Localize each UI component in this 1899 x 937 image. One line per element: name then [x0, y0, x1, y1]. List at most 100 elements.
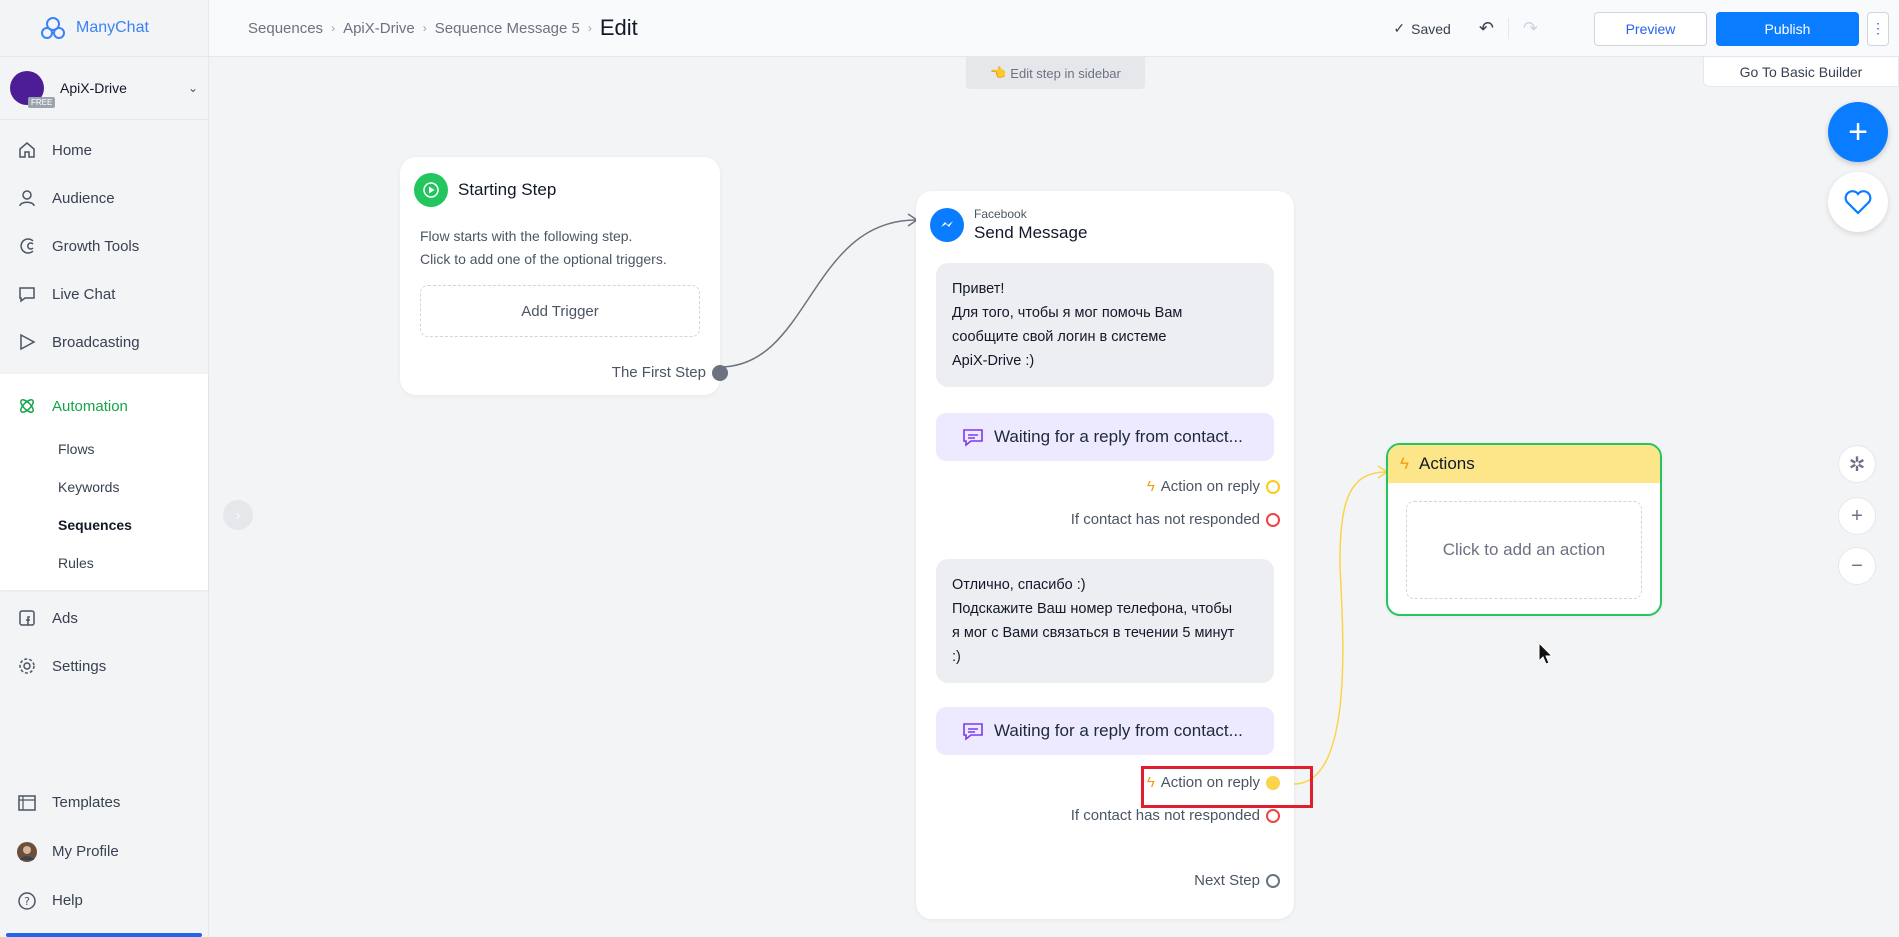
lightning-icon: ϟ	[1400, 454, 1409, 473]
templates-icon	[16, 792, 38, 814]
starting-step-description: Flow starts with the following step. Cli…	[400, 207, 720, 271]
sidebar-item-automation[interactable]: Automation	[0, 382, 208, 430]
chat-icon	[16, 283, 38, 305]
actions-card[interactable]: ϟ Actions Click to add an action	[1386, 443, 1662, 616]
messenger-icon	[930, 208, 964, 242]
magnet-icon	[16, 235, 38, 257]
sidebar-item-audience[interactable]: Audience	[0, 174, 208, 222]
port-dot[interactable]	[1266, 512, 1280, 527]
port-label: Action on reply	[1160, 478, 1260, 495]
zoom-in-icon[interactable]: +	[1838, 497, 1876, 535]
message-line: Отлично, спасибо :)	[952, 577, 1086, 593]
starting-step-card[interactable]: Starting Step Flow starts with the follo…	[400, 157, 728, 395]
description-line: Flow starts with the following step.	[420, 228, 633, 244]
breadcrumb-account[interactable]: ApiX-Drive	[343, 20, 415, 37]
add-step-button[interactable]: +	[1828, 102, 1888, 162]
message-line: Для того, чтобы я мог помочь Вам	[952, 305, 1183, 321]
sidebar-item-label: Audience	[52, 189, 115, 207]
next-step-port[interactable]: Next Step	[1194, 872, 1280, 889]
sidebar-item-home[interactable]: Home	[0, 126, 208, 174]
page-title: Edit	[599, 15, 638, 40]
breadcrumb-sequence-message[interactable]: Sequence Message 5	[435, 20, 580, 37]
help-icon: ?	[16, 890, 38, 912]
first-step-label: The First Step	[611, 364, 706, 381]
add-trigger-button[interactable]: Add Trigger	[420, 285, 700, 337]
sidebar-item-ads[interactable]: Ads	[0, 594, 208, 642]
heart-icon	[1844, 190, 1872, 215]
message-line: :)	[952, 649, 961, 665]
sidebar-item-label: Live Chat	[52, 285, 116, 303]
port-dot[interactable]	[712, 364, 728, 381]
message-bubble[interactable]: Отлично, спасибо :) Подскажите Ваш номер…	[936, 559, 1274, 683]
preview-button[interactable]: Preview	[1594, 11, 1707, 46]
chevron-right-icon: ›	[422, 21, 427, 35]
message-line: Подскажите Ваш номер телефона, чтобы	[952, 601, 1233, 617]
more-options-icon[interactable]: ⋮	[1867, 11, 1889, 46]
port-dot[interactable]	[1266, 808, 1280, 823]
app-name: ManyChat	[76, 19, 149, 36]
breadcrumb-sequences[interactable]: Sequences	[248, 20, 323, 37]
send-message-card[interactable]: Facebook Send Message Привет! Для того, …	[916, 191, 1294, 919]
facebook-icon	[16, 607, 38, 629]
lightning-icon: ϟ	[1146, 478, 1155, 495]
account-name: ApiX-Drive	[60, 80, 127, 96]
redo-icon[interactable]: ↷	[1507, 18, 1538, 39]
secondary-nav: Ads Settings	[0, 594, 208, 690]
zoom-out-icon[interactable]: −	[1838, 547, 1876, 585]
add-action-button[interactable]: Click to add an action	[1406, 501, 1642, 599]
sidebar-item-settings[interactable]: Settings	[0, 642, 208, 690]
sidebar-item-label: Broadcasting	[52, 333, 140, 351]
first-step-port[interactable]: The First Step	[612, 364, 728, 381]
message-bubble[interactable]: Привет! Для того, чтобы я мог помочь Вам…	[936, 263, 1274, 387]
sidebar-item-label: My Profile	[52, 843, 119, 860]
undo-icon[interactable]: ↶	[1479, 18, 1494, 39]
sidebar-item-templates[interactable]: Templates	[0, 778, 208, 827]
sidebar-item-label: Growth Tools	[52, 237, 140, 255]
plan-badge: FREE	[28, 97, 56, 108]
gear-icon	[16, 655, 38, 677]
send-message-header: Facebook Send Message	[916, 191, 1294, 243]
breadcrumb: Sequences › ApiX-Drive › Sequence Messag…	[248, 15, 638, 41]
automation-icon	[16, 395, 38, 417]
favorite-button[interactable]	[1828, 172, 1888, 232]
avatar	[16, 841, 38, 863]
channel-label: Facebook	[974, 207, 1027, 221]
chevron-down-icon: ⌄	[187, 81, 198, 95]
sidebar: ManyChat FREE ApiX-Drive ⌄ Home Audience…	[0, 0, 209, 937]
not-responded-port[interactable]: If contact has not responded	[1071, 807, 1280, 824]
user-icon	[16, 187, 38, 209]
main-nav: Home Audience Growth Tools Live Chat Bro…	[0, 126, 208, 366]
waiting-reply-block[interactable]: Waiting for a reply from contact...	[936, 707, 1274, 755]
starting-step-title: Starting Step	[458, 180, 557, 199]
waiting-reply-label: Waiting for a reply from contact...	[994, 721, 1243, 740]
action-on-reply-port[interactable]: ϟ Action on reply	[1147, 478, 1280, 495]
port-dot[interactable]	[1266, 479, 1280, 494]
basic-builder-button[interactable]: Go To Basic Builder	[1703, 57, 1899, 87]
app-logo[interactable]: ManyChat	[0, 0, 208, 56]
port-dot[interactable]	[1266, 873, 1280, 888]
mouse-cursor-icon	[1538, 642, 1554, 665]
sidebar-item-live-chat[interactable]: Live Chat	[0, 270, 208, 318]
publish-button[interactable]: Publish	[1716, 11, 1859, 46]
sidebar-item-growth-tools[interactable]: Growth Tools	[0, 222, 208, 270]
plus-icon: +	[1848, 112, 1868, 151]
message-line: ApiX-Drive :)	[952, 353, 1035, 369]
saved-label: Saved	[1411, 20, 1451, 37]
waiting-reply-block[interactable]: Waiting for a reply from contact...	[936, 413, 1274, 461]
sidebar-item-label: Templates	[52, 794, 121, 811]
top-bar: Sequences › ApiX-Drive › Sequence Messag…	[209, 0, 1899, 57]
sidebar-item-help[interactable]: ? Help	[0, 876, 208, 925]
magic-wand-icon[interactable]: ✲	[1838, 445, 1876, 483]
sidebar-subitem-sequences[interactable]: Sequences	[0, 506, 208, 544]
sidebar-item-label: Home	[52, 141, 93, 159]
sidebar-subitem-keywords[interactable]: Keywords	[0, 468, 208, 506]
account-switcher[interactable]: FREE ApiX-Drive ⌄	[0, 56, 208, 120]
sidebar-item-my-profile[interactable]: My Profile	[0, 827, 208, 876]
svg-text:?: ?	[24, 895, 30, 908]
not-responded-port[interactable]: If contact has not responded	[1071, 511, 1280, 528]
sidebar-item-broadcasting[interactable]: Broadcasting	[0, 318, 208, 366]
actions-header: ϟ Actions	[1388, 445, 1660, 483]
sidebar-subitem-rules[interactable]: Rules	[0, 544, 208, 582]
sidebar-subitem-flows[interactable]: Flows	[0, 430, 208, 468]
sidebar-expand-icon[interactable]: ›	[223, 500, 253, 530]
